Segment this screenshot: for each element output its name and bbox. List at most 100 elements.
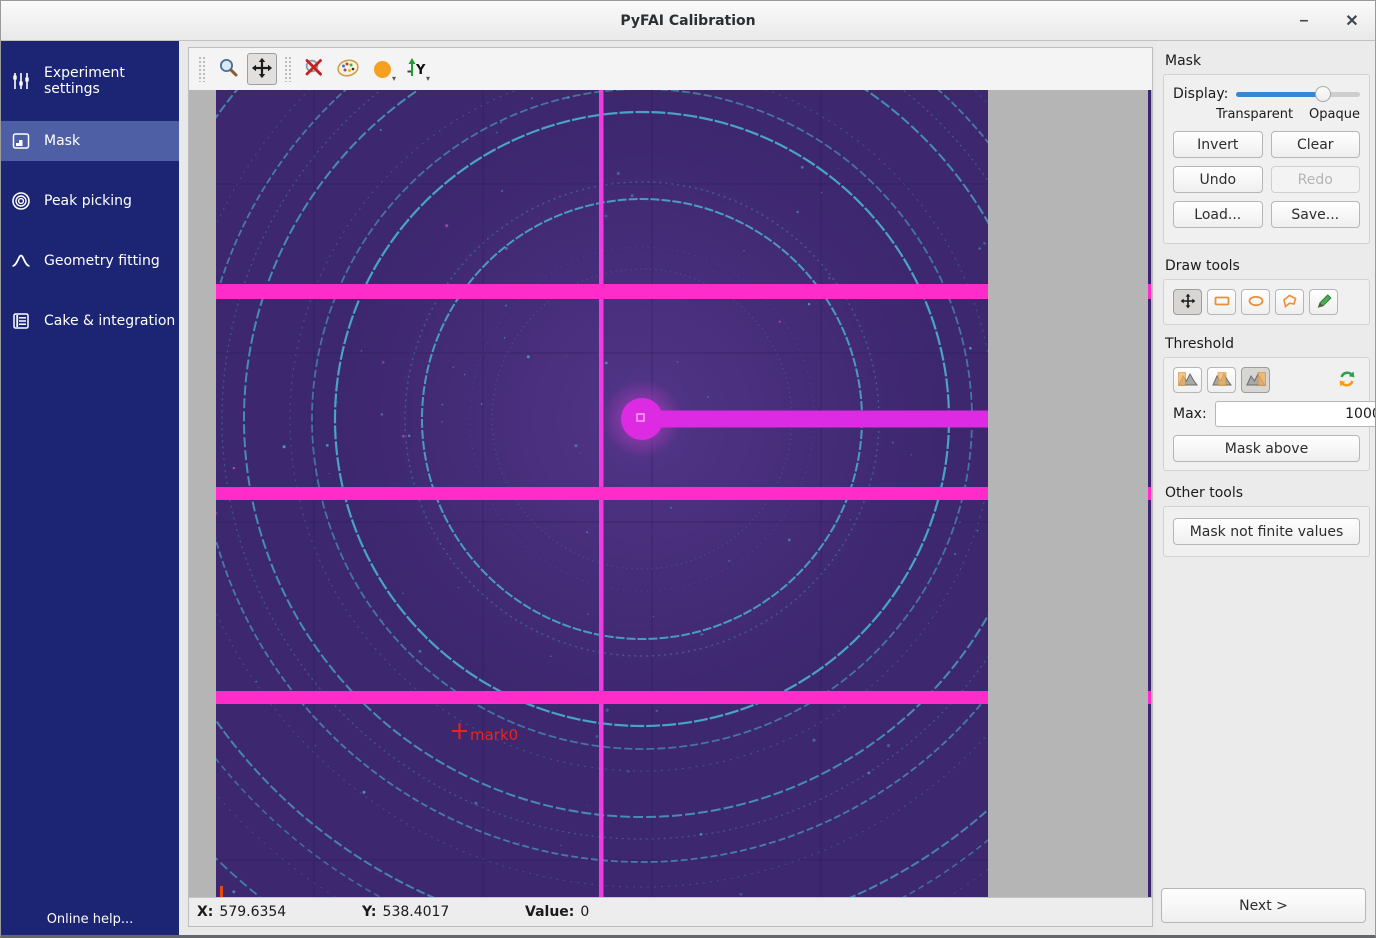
load-button[interactable]: Load...	[1173, 201, 1263, 228]
palette-icon	[336, 57, 360, 82]
display-label: Display:	[1173, 86, 1228, 102]
y-axis-orientation-button[interactable]: Y ▾	[401, 53, 431, 85]
transparent-label: Transparent	[1216, 107, 1293, 122]
online-help-link[interactable]: Online help...	[1, 912, 179, 927]
redo-button[interactable]: Redo	[1271, 166, 1361, 193]
pencil-icon	[1315, 293, 1333, 312]
sidebar-item-label: Experiment settings	[44, 65, 179, 97]
plot-statusbar: X: 579.6354 Y: 538.4017 Value: 0	[189, 897, 1152, 926]
sidebar-item-experiment-settings[interactable]: Experiment settings	[1, 61, 179, 101]
minimize-button[interactable]: –	[1291, 8, 1317, 34]
window-title: PyFAI Calibration	[620, 13, 755, 29]
pyfai-calibration-window: PyFAI Calibration – ✕ Experiment setting…	[0, 0, 1376, 938]
display-slider-handle[interactable]	[1315, 86, 1331, 102]
sidebar-item-label: Peak picking	[44, 193, 132, 209]
mask-between-threshold-button[interactable]	[1207, 367, 1236, 393]
next-button[interactable]: Next >	[1161, 888, 1366, 923]
magnifier-icon	[217, 57, 239, 82]
mask-below-threshold-button[interactable]	[1173, 367, 1202, 393]
mask-above-threshold-button[interactable]	[1241, 367, 1270, 393]
sidebar-item-label: Geometry fitting	[44, 253, 160, 269]
clear-button[interactable]: Clear	[1271, 131, 1361, 158]
mask-color-button[interactable]: ▾	[367, 53, 397, 85]
zoom-mode-button[interactable]	[213, 53, 243, 85]
other-tools-groupbox: Mask not finite values	[1163, 506, 1370, 557]
draw-pan-tool-button[interactable]	[1173, 289, 1202, 315]
concentric-rings-icon	[11, 191, 31, 211]
sidebar-item-mask[interactable]: Mask	[1, 121, 179, 161]
dropdown-caret-icon: ▾	[426, 75, 430, 83]
sidebar: Experiment settings Mask Peak picking	[1, 41, 179, 935]
beamstop-circle	[621, 398, 663, 440]
image-edge-sliver	[1148, 90, 1151, 897]
peak-curve-icon	[11, 251, 31, 271]
pan-arrows-icon	[1180, 293, 1196, 312]
cake-integration-icon	[11, 311, 31, 331]
mask-above-button[interactable]: Mask above	[1173, 435, 1360, 462]
max-label: Max:	[1173, 406, 1207, 422]
diffraction-image-canvas[interactable]: mark0	[189, 90, 1152, 897]
unzoom-icon	[303, 57, 325, 82]
refresh-threshold-button[interactable]	[1334, 367, 1360, 393]
peak-marker-label: mark0	[470, 726, 518, 744]
draw-tools-groupbox	[1163, 279, 1370, 325]
sidebar-item-peak-picking[interactable]: Peak picking	[1, 181, 179, 221]
sliver-mask-tick	[1148, 487, 1151, 500]
draw-rectangle-tool-button[interactable]	[1207, 289, 1236, 315]
orange-circle-icon	[374, 61, 391, 78]
rectangle-icon	[1213, 293, 1231, 312]
mask-horizontal-bar-1	[216, 284, 988, 299]
mask-tools-panel: Mask Display: Transparent Opaque Invert …	[1156, 41, 1376, 935]
toolbar-drag-handle[interactable]	[284, 56, 292, 82]
draw-ellipse-tool-button[interactable]	[1241, 289, 1270, 315]
titlebar: PyFAI Calibration – ✕	[1, 1, 1375, 41]
mask-not-finite-button[interactable]: Mask not finite values	[1173, 518, 1360, 545]
toolbar-drag-handle[interactable]	[198, 56, 206, 82]
status-x-value: 579.6354	[219, 904, 286, 920]
sliver-mask-tick	[1148, 284, 1151, 299]
other-tools-section-title: Other tools	[1163, 485, 1370, 501]
display-opacity-slider[interactable]	[1236, 86, 1360, 102]
draw-tools-section-title: Draw tools	[1163, 258, 1370, 274]
pan-mode-button[interactable]	[247, 53, 277, 85]
mask-horizontal-bar-2	[216, 487, 988, 500]
sidebar-item-label: Cake & integration	[44, 313, 175, 329]
save-button[interactable]: Save...	[1271, 201, 1361, 228]
window-controls: – ✕	[1291, 1, 1365, 41]
mask-section-title: Mask	[1163, 53, 1370, 69]
plot-panel: ▾ Y ▾	[188, 47, 1153, 927]
beamstop-arm	[646, 411, 988, 428]
status-value-value: 0	[580, 904, 589, 920]
histogram-mask-middle-icon	[1212, 371, 1232, 390]
draw-polygon-tool-button[interactable]	[1275, 289, 1304, 315]
close-button[interactable]: ✕	[1339, 8, 1365, 34]
status-value-label: Value:	[525, 904, 574, 920]
status-x-label: X:	[197, 904, 213, 920]
opaque-label: Opaque	[1309, 107, 1360, 122]
mask-groupbox: Display: Transparent Opaque Invert Clear…	[1163, 74, 1370, 244]
status-y-label: Y:	[362, 904, 377, 920]
undo-button[interactable]: Undo	[1173, 166, 1263, 193]
detector-image: mark0	[216, 90, 988, 897]
status-y-value: 538.4017	[383, 904, 450, 920]
mask-horizontal-bar-3	[216, 691, 988, 704]
pan-arrows-icon	[251, 57, 273, 82]
max-threshold-input[interactable]	[1215, 401, 1376, 427]
sidebar-item-label: Mask	[44, 133, 80, 149]
threshold-section-title: Threshold	[1163, 336, 1370, 352]
unzoom-button[interactable]	[299, 53, 329, 85]
plot-toolbar: ▾ Y ▾	[189, 48, 1152, 90]
colormap-button[interactable]	[333, 53, 363, 85]
y-axis-icon: Y	[404, 57, 428, 82]
sidebar-item-geometry-fitting[interactable]: Geometry fitting	[1, 241, 179, 281]
refresh-icon	[1338, 370, 1356, 391]
svg-text:Y: Y	[415, 63, 426, 78]
sliders-icon	[11, 71, 31, 91]
mask-icon	[11, 131, 31, 151]
invert-button[interactable]: Invert	[1173, 131, 1263, 158]
sidebar-item-cake-integration[interactable]: Cake & integration	[1, 301, 179, 341]
ellipse-icon	[1247, 293, 1265, 312]
polygon-icon	[1281, 293, 1299, 312]
draw-pencil-tool-button[interactable]	[1309, 289, 1338, 315]
sliver-mask-tick	[1148, 691, 1151, 704]
